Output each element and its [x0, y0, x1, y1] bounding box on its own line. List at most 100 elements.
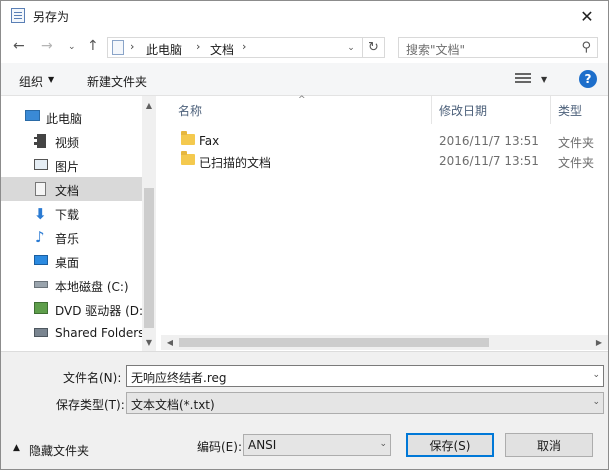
save-button[interactable]: 保存(S) — [406, 433, 494, 457]
sort-ascending-icon: ^ — [298, 95, 306, 105]
search-icon: ⚲ — [581, 40, 591, 55]
sidebar-scrollbar[interactable]: ▲ ▼ — [142, 96, 156, 351]
encoding-label: 编码(E): — [197, 440, 242, 454]
filename-label: 文件名(N): — [63, 371, 122, 385]
chevron-down-icon[interactable]: ⌄ — [379, 439, 387, 449]
chevron-down-icon[interactable]: ⌄ — [592, 370, 600, 380]
breadcrumb-documents[interactable]: 文档 — [210, 41, 234, 58]
file-date: 2016/11/7 13:51 — [439, 134, 539, 148]
breadcrumb-separator-icon[interactable]: › — [130, 40, 134, 53]
chevron-up-icon: ▲ — [13, 443, 20, 453]
hide-folders-label: 隐藏文件夹 — [29, 444, 90, 458]
filename-field[interactable]: 无响应终结者.reg ⌄ — [126, 365, 604, 387]
file-type: 文件夹 — [558, 156, 595, 170]
sidebar-item-dvd-drive[interactable]: DVD 驱动器 (D: — [1, 297, 144, 321]
horizontal-scrollbar[interactable]: ◀ ▶ — [161, 335, 608, 350]
sidebar-item-this-pc[interactable]: 此电脑 — [1, 105, 142, 129]
cancel-button[interactable]: 取消 — [505, 433, 593, 457]
notepad-icon — [11, 8, 25, 23]
save-type-value: 文本文档(*.txt) — [131, 398, 215, 412]
navigation-bar: ← → ⌄ ↑ › 此电脑 › 文档 › ⌄ ↻ 搜索"文档" ⚲ — [1, 31, 608, 63]
column-header: ^ 名称 修改日期 类型 — [161, 95, 608, 124]
sidebar-item-label: 图片 — [55, 160, 80, 174]
chevron-down-icon[interactable]: ▼ — [541, 75, 547, 84]
dvd-icon — [34, 302, 48, 314]
scrollbar-thumb[interactable] — [144, 188, 154, 328]
sidebar-item-music[interactable]: ♪ 音乐 — [1, 225, 142, 249]
sidebar-item-shared-folders[interactable]: Shared Folders — [1, 321, 145, 345]
pictures-icon — [34, 159, 48, 170]
sidebar-item-label: 本地磁盘 (C:) — [55, 280, 129, 294]
save-options-panel: 文件名(N): 无响应终结者.reg ⌄ 保存类型(T): 文本文档(*.txt… — [1, 351, 608, 469]
sidebar-item-documents[interactable]: 文档 — [1, 177, 142, 201]
back-arrow-icon[interactable]: ← — [13, 38, 25, 54]
column-name[interactable]: 名称 — [178, 102, 202, 119]
scroll-up-icon[interactable]: ▲ — [142, 98, 156, 112]
column-type[interactable]: 类型 — [558, 102, 582, 119]
search-input[interactable]: 搜索"文档" ⚲ — [398, 37, 598, 58]
music-icon: ♪ — [35, 228, 45, 246]
help-button[interactable]: ? — [579, 70, 597, 88]
drive-icon — [34, 281, 48, 288]
up-arrow-icon[interactable]: ↑ — [87, 38, 99, 54]
scroll-right-icon[interactable]: ▶ — [592, 335, 606, 350]
scroll-left-icon[interactable]: ◀ — [163, 335, 177, 350]
file-date: 2016/11/7 13:51 — [439, 154, 539, 168]
encoding-select[interactable]: ANSI ⌄ — [243, 434, 391, 456]
documents-icon — [35, 182, 46, 196]
save-type-select[interactable]: 文本文档(*.txt) ⌄ — [126, 392, 604, 414]
network-icon — [34, 328, 48, 337]
column-divider[interactable] — [550, 96, 551, 124]
list-item[interactable]: 已扫描的文档 2016/11/7 13:51 文件夹 — [161, 151, 608, 171]
documents-location-icon — [112, 40, 124, 55]
save-as-dialog: 另存为 ✕ ← → ⌄ ↑ › 此电脑 › 文档 › ⌄ ↻ 搜索"文档" ⚲ … — [0, 0, 609, 470]
sidebar-item-label: Shared Folders — [55, 326, 145, 340]
sidebar-item-pictures[interactable]: 图片 — [1, 153, 142, 177]
sidebar-item-label: 桌面 — [55, 256, 80, 270]
computer-icon — [25, 110, 40, 121]
sidebar-item-label: 下载 — [55, 208, 80, 222]
scroll-down-icon[interactable]: ▼ — [142, 335, 156, 349]
desktop-icon — [34, 255, 48, 265]
breadcrumb-this-pc[interactable]: 此电脑 — [146, 41, 182, 58]
chevron-down-icon[interactable]: ▼ — [48, 75, 54, 84]
file-name: 已扫描的文档 — [199, 156, 272, 170]
new-folder-button[interactable]: 新建文件夹 — [87, 73, 147, 90]
filename-value: 无响应终结者.reg — [131, 371, 227, 385]
forward-arrow-icon[interactable]: → — [41, 38, 53, 54]
folder-icon — [181, 131, 195, 145]
sidebar-item-local-disk[interactable]: 本地磁盘 (C:) — [1, 273, 142, 297]
save-type-label: 保存类型(T): — [56, 398, 125, 412]
breadcrumb-separator-icon[interactable]: › — [196, 40, 200, 53]
command-toolbar: 组织 ▼ 新建文件夹 ▼ ? — [1, 63, 608, 96]
encoding-value: ANSI — [248, 438, 277, 452]
refresh-icon[interactable]: ↻ — [363, 37, 385, 58]
sidebar-item-label: DVD 驱动器 (D: — [55, 304, 144, 318]
column-modified[interactable]: 修改日期 — [439, 102, 487, 119]
sidebar-item-downloads[interactable]: ⬇ 下载 — [1, 201, 142, 225]
sidebar-item-label: 此电脑 — [46, 112, 83, 126]
recent-locations-icon[interactable]: ⌄ — [68, 42, 76, 52]
sidebar-item-label: 文档 — [55, 184, 80, 198]
scrollbar-thumb[interactable] — [179, 338, 489, 347]
file-type: 文件夹 — [558, 136, 595, 150]
address-bar[interactable]: › 此电脑 › 文档 › — [107, 37, 363, 58]
chevron-down-icon[interactable]: ⌄ — [592, 397, 600, 407]
sidebar-item-videos[interactable]: 视频 — [1, 129, 142, 153]
view-options-icon[interactable] — [515, 73, 531, 85]
title-bar: 另存为 ✕ — [1, 1, 608, 31]
breadcrumb-separator-icon[interactable]: › — [242, 40, 246, 53]
window-title: 另存为 — [33, 10, 70, 24]
search-placeholder: 搜索"文档" — [406, 43, 466, 57]
navigation-pane: 此电脑 视频 图片 文档 ⬇ 下载 ♪ 音乐 桌面 本地磁盘 (C:) DVD … — [1, 96, 156, 351]
organize-menu-button[interactable]: 组织 — [19, 73, 43, 90]
list-item[interactable]: Fax 2016/11/7 13:51 文件夹 — [161, 131, 608, 151]
sidebar-item-desktop[interactable]: 桌面 — [1, 249, 142, 273]
download-icon: ⬇ — [34, 205, 47, 223]
column-divider[interactable] — [431, 96, 432, 124]
file-name: Fax — [199, 134, 220, 148]
close-button[interactable]: ✕ — [572, 3, 602, 29]
file-list: ^ 名称 修改日期 类型 Fax 2016/11/7 13:51 文件夹 已扫描… — [161, 95, 608, 351]
address-dropdown-icon[interactable]: ⌄ — [342, 37, 360, 58]
sidebar-item-label: 音乐 — [55, 232, 80, 246]
